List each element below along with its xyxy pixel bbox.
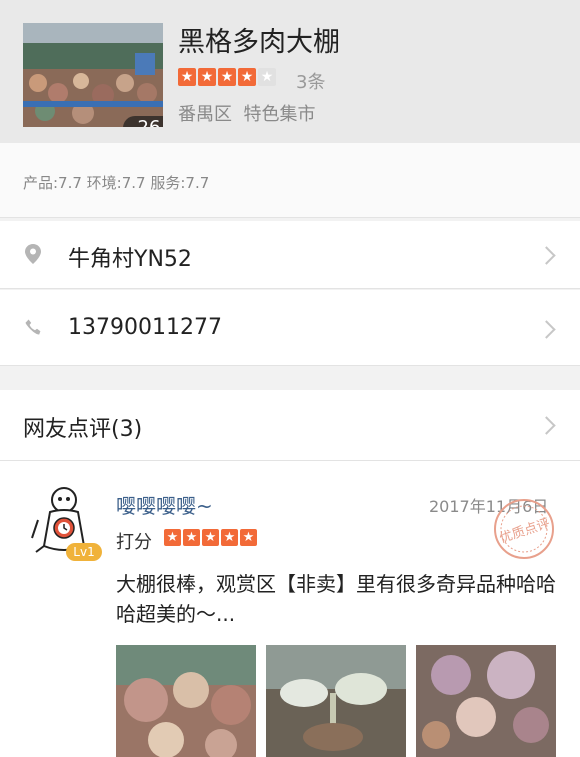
score-text: 产品:7.7 环境:7.7 服务:7.7: [23, 174, 210, 192]
shop-header: 26 黑格多肉大棚 ★ ★ ★ ★ ★ 3条 番禺区 特色集市: [0, 0, 580, 143]
location-pin-icon: [25, 244, 41, 268]
review-rating: ★ ★ ★ ★ ★: [164, 529, 259, 546]
review-photo[interactable]: [266, 645, 406, 757]
shop-area: 番禺区: [178, 104, 232, 125]
user-level-badge: Lv1: [66, 543, 102, 561]
review-username[interactable]: 嘤嘤嘤嘤~: [116, 490, 213, 519]
shop-name: 黑格多肉大棚: [178, 27, 340, 58]
star-icon: ★: [238, 68, 256, 86]
review-photo[interactable]: [116, 645, 256, 757]
reviews-header-label: 网友点评(3): [23, 417, 143, 442]
chevron-right-icon: [537, 246, 556, 265]
quality-review-stamp-icon: 优质点评: [492, 497, 556, 561]
shop-rating: ★ ★ ★ ★ ★: [178, 68, 278, 86]
star-icon: ★: [240, 529, 257, 546]
review-count: 3条: [296, 72, 326, 93]
shop-meta: 番禺区 特色集市: [178, 100, 315, 126]
chevron-right-icon: [537, 416, 556, 435]
shop-photo[interactable]: 26: [23, 23, 163, 127]
shop-category: 特色集市: [243, 104, 316, 125]
address-row[interactable]: 牛角村YN52: [0, 221, 580, 289]
star-empty-icon: ★: [258, 68, 276, 86]
address-text: 牛角村YN52: [68, 247, 192, 272]
star-icon: ★: [221, 529, 238, 546]
review-body[interactable]: 大棚很棒，观赏区【非卖】里有很多奇异品种哈哈哈超美的～...: [116, 569, 556, 629]
phone-text[interactable]: 13790011277: [68, 315, 222, 340]
score-bar: 产品:7.7 环境:7.7 服务:7.7: [0, 143, 580, 218]
review-photo[interactable]: [416, 645, 556, 757]
star-icon: ★: [202, 529, 219, 546]
star-icon: ★: [164, 529, 181, 546]
star-icon: ★: [183, 529, 200, 546]
phone-icon: [25, 319, 43, 341]
star-icon: ★: [218, 68, 236, 86]
chevron-right-icon: [537, 320, 556, 339]
rating-label: 打分: [116, 532, 152, 553]
star-icon: ★: [178, 68, 196, 86]
phone-row[interactable]: 13790011277: [0, 290, 580, 366]
photo-count-badge: 26: [123, 116, 163, 127]
reviews-header[interactable]: 网友点评(3): [0, 390, 580, 461]
stamp-text: 优质点评: [498, 516, 552, 546]
star-icon: ★: [198, 68, 216, 86]
review-item: Lv1 嘤嘤嘤嘤~ 2017年11月6日 打分 ★ ★ ★ ★ ★ 优质点评 大…: [0, 461, 580, 757]
